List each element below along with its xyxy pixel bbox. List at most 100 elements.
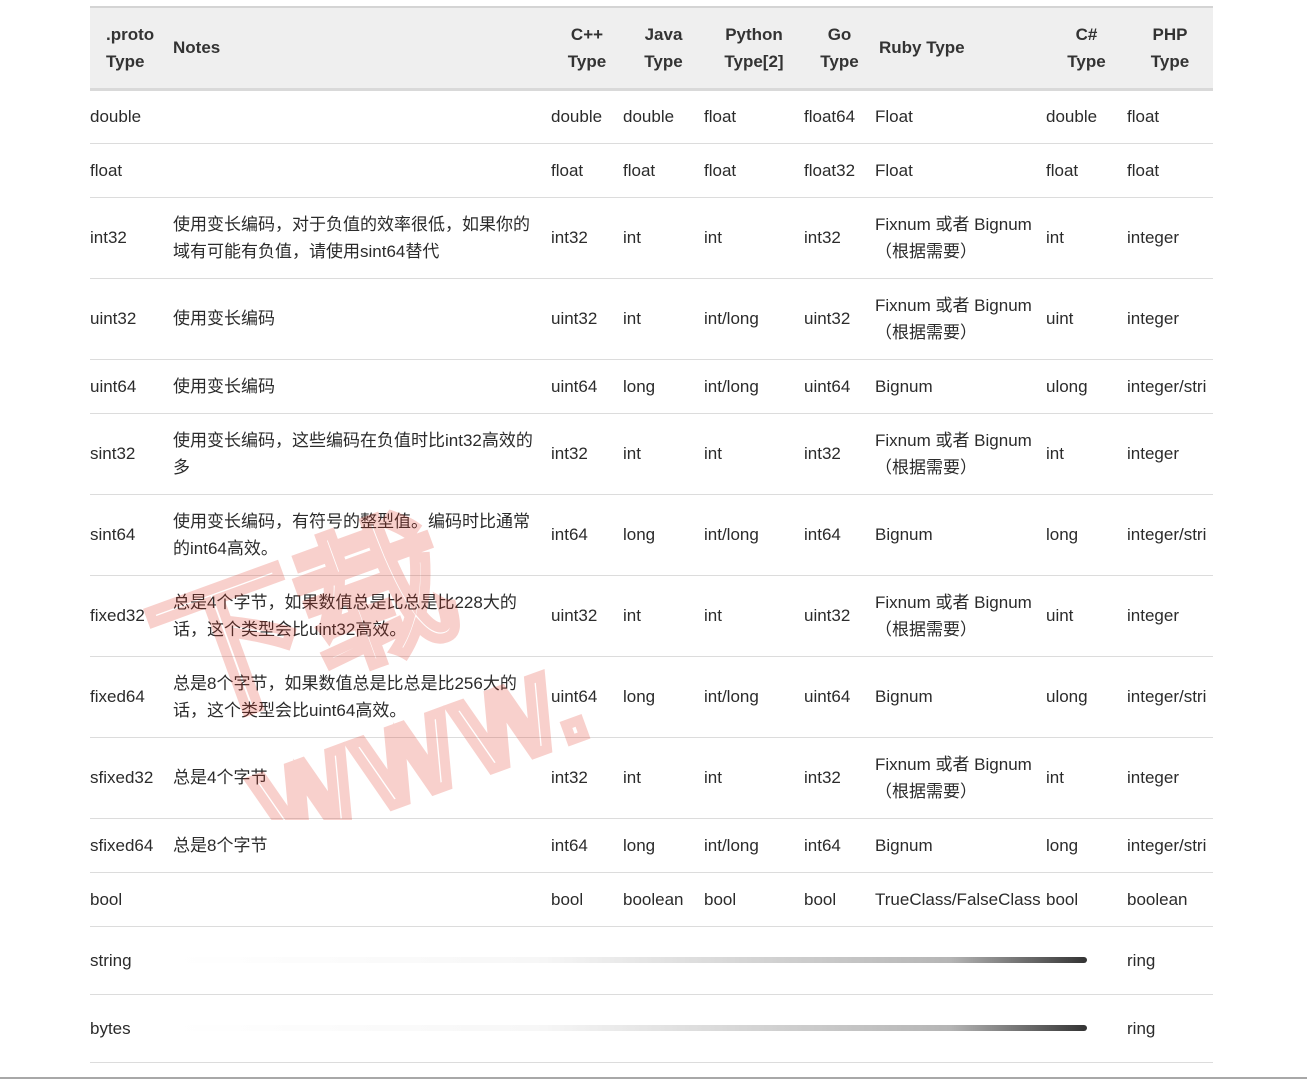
cell-java-type: int bbox=[623, 768, 641, 787]
cell-go-type: int64 bbox=[804, 835, 841, 855]
table-row: sfixed64 总是8个字节 int64 long int/long int64 Bign… bbox=[90, 818, 1213, 872]
faded-content bbox=[173, 994, 1127, 1062]
cell-proto-type: int32 bbox=[90, 228, 127, 247]
cell-python-type: float bbox=[704, 107, 737, 126]
cell-go-type: uint64 bbox=[804, 376, 851, 396]
cell-proto-type: fixed32 bbox=[90, 606, 145, 625]
cell-cpp-type: uint32 bbox=[551, 606, 598, 625]
cell-php-type: integer bbox=[1127, 444, 1179, 463]
cell-proto-type: string bbox=[90, 950, 132, 970]
cell-ruby-type: Bignum bbox=[875, 376, 933, 396]
cell-ruby-type: TrueClass/FalseClass bbox=[875, 889, 1041, 909]
header-proto-type: .proto Type bbox=[106, 24, 155, 71]
cell-ruby-type: Float bbox=[875, 160, 913, 180]
faded-content bbox=[173, 926, 1127, 994]
cell-proto-type: bytes bbox=[90, 1018, 131, 1038]
cell-proto-type: uint32 bbox=[90, 309, 137, 328]
proto-type-table: .proto Type Notes C++ Type Java Type Python… bbox=[90, 6, 1213, 1063]
table-row: float float float float float32 Float float flo… bbox=[90, 143, 1213, 197]
cell-python-type: int/long bbox=[704, 835, 759, 855]
cell-ruby-type: Fixnum 或者 Bignum（根据需要） bbox=[875, 592, 1032, 639]
cell-python-type: float bbox=[704, 160, 737, 180]
cell-notes bbox=[173, 143, 551, 197]
cell-cpp-type: double bbox=[551, 107, 603, 126]
table-row-faded: string ring bbox=[90, 926, 1213, 994]
cell-csharp-type: int bbox=[1046, 228, 1064, 247]
cell-csharp-type: long bbox=[1046, 835, 1079, 855]
cell-java-type: int bbox=[623, 228, 641, 247]
cell-python-type: int/long bbox=[704, 687, 759, 706]
cell-java-type: double bbox=[623, 107, 675, 126]
cell-proto-type: sint32 bbox=[90, 444, 136, 463]
cell-csharp-type: long bbox=[1046, 525, 1079, 544]
cell-notes bbox=[173, 89, 551, 143]
cell-cpp-type: uint64 bbox=[551, 687, 598, 706]
cell-ruby-type: Fixnum 或者 Bignum（根据需要） bbox=[875, 430, 1032, 477]
cell-proto-type: sfixed64 bbox=[90, 835, 154, 855]
cell-ruby-type: Fixnum 或者 Bignum（根据需要） bbox=[875, 295, 1032, 342]
cell-python-type: int/long bbox=[704, 525, 759, 544]
cell-cpp-type: bool bbox=[551, 889, 584, 909]
cell-python-type: int/long bbox=[704, 376, 759, 396]
fade-gradient bbox=[173, 1025, 1087, 1031]
header-notes: Notes bbox=[173, 38, 221, 58]
fade-gradient bbox=[173, 957, 1087, 963]
table-row: int32 使用变长编码，对于负值的效率很低，如果你的域有可能有负值，请使用sin… bbox=[90, 197, 1213, 278]
cell-python-type: int bbox=[704, 228, 722, 247]
header-go-type: Go Type bbox=[820, 24, 859, 71]
cell-cpp-type: uint32 bbox=[551, 309, 598, 328]
cell-go-type: float64 bbox=[804, 107, 856, 126]
cell-php-type: integer/stri bbox=[1127, 525, 1207, 544]
cell-python-type: int bbox=[704, 606, 722, 625]
cell-go-type: uint32 bbox=[804, 309, 851, 328]
cell-php-type: integer bbox=[1127, 606, 1179, 625]
cell-ruby-type: Bignum bbox=[875, 835, 933, 855]
cell-proto-type: fixed64 bbox=[90, 687, 145, 706]
header-cpp-type: C++ Type bbox=[567, 24, 607, 71]
cell-proto-type: sfixed32 bbox=[90, 768, 154, 787]
cell-python-type: int bbox=[704, 444, 722, 463]
header-java-type: Java Type bbox=[644, 24, 683, 71]
cell-php-type-tail: ring bbox=[1127, 950, 1156, 970]
cell-go-type: uint32 bbox=[804, 606, 851, 625]
cell-notes: 使用变长编码 bbox=[173, 309, 275, 328]
table-row-faded: bytes ring bbox=[90, 994, 1213, 1062]
cell-notes: 总是4个字节 bbox=[173, 768, 268, 787]
cell-proto-type: float bbox=[90, 160, 123, 180]
cell-cpp-type: int64 bbox=[551, 525, 588, 544]
cell-php-type: float bbox=[1127, 107, 1160, 126]
cell-ruby-type: Fixnum 或者 Bignum（根据需要） bbox=[875, 214, 1032, 261]
cell-ruby-type: Bignum bbox=[875, 687, 933, 706]
cell-csharp-type: float bbox=[1046, 160, 1079, 180]
cell-cpp-type: uint64 bbox=[551, 376, 598, 396]
cell-notes: 总是8个字节，如果数值总是比总是比256大的话，这个类型会比uint64高效。 bbox=[173, 673, 517, 720]
cell-python-type: int bbox=[704, 768, 722, 787]
cell-go-type: uint64 bbox=[804, 687, 851, 706]
cell-cpp-type: int32 bbox=[551, 444, 588, 463]
cell-notes: 使用变长编码 bbox=[173, 376, 275, 396]
table-row: bool bool boolean bool bool TrueClass/FalseCl… bbox=[90, 872, 1213, 926]
header-ruby-type: Ruby Type bbox=[879, 38, 965, 58]
cell-java-type: float bbox=[623, 160, 656, 180]
table-row: sint32 使用变长编码，这些编码在负值时比int32高效的多 int32 int i… bbox=[90, 413, 1213, 494]
cell-notes: 使用变长编码，对于负值的效率很低，如果你的域有可能有负值，请使用sint64替代 bbox=[173, 214, 530, 261]
table-row: sfixed32 总是4个字节 int32 int int int32 Fixnum 或者 … bbox=[90, 737, 1213, 818]
cell-ruby-type: Bignum bbox=[875, 525, 933, 544]
cell-csharp-type: double bbox=[1046, 107, 1098, 126]
cell-python-type: bool bbox=[704, 889, 737, 909]
cell-php-type: integer bbox=[1127, 768, 1179, 787]
cell-notes: 总是8个字节 bbox=[173, 835, 268, 855]
cell-cpp-type: int32 bbox=[551, 228, 588, 247]
cell-php-type: integer/stri bbox=[1127, 376, 1207, 396]
cell-python-type: int/long bbox=[704, 309, 759, 328]
table-row: uint64 使用变长编码 uint64 long int/long uint64 Bign… bbox=[90, 359, 1213, 413]
cell-csharp-type: uint bbox=[1046, 309, 1074, 328]
cell-proto-type: uint64 bbox=[90, 376, 137, 396]
cell-php-type: integer/stri bbox=[1127, 835, 1207, 855]
cell-java-type: long bbox=[623, 835, 656, 855]
cell-notes: 总是4个字节，如果数值总是比总是比228大的话，这个类型会比uint32高效。 bbox=[173, 592, 517, 639]
table-row: fixed64 总是8个字节，如果数值总是比总是比256大的话，这个类型会比uin… bbox=[90, 656, 1213, 737]
cell-notes bbox=[173, 872, 551, 926]
cell-proto-type: bool bbox=[90, 889, 123, 909]
cell-php-type: integer bbox=[1127, 309, 1179, 328]
